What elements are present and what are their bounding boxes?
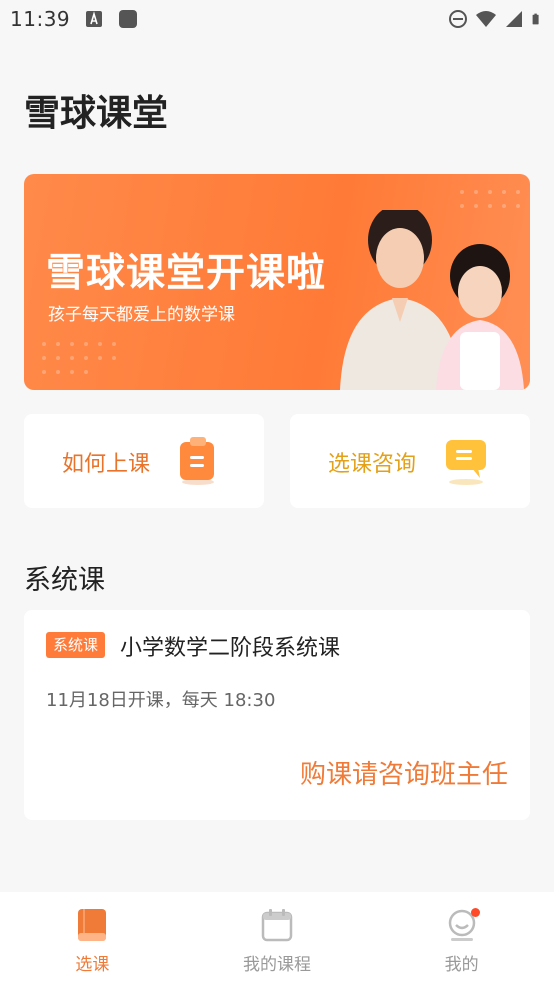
banner-subtitle: 孩子每天都爱上的数学课 [48, 305, 235, 325]
wifi-icon [476, 11, 496, 27]
clipboard-icon [180, 437, 214, 485]
contact-teacher-link[interactable]: 购课请咨询班主任 [300, 754, 508, 791]
banner-title: 雪球课堂开课啦 [46, 251, 327, 296]
page-title: 雪球课堂 [24, 93, 169, 134]
course-name: 小学数学二阶段系统课 [120, 636, 341, 661]
course-schedule: 11月18日开课，每天 18:30 [46, 690, 276, 711]
status-time: 11:39 [10, 7, 71, 31]
battery-icon [532, 13, 539, 25]
course-tag-badge: 系统课 [46, 632, 106, 658]
banner-illustration [340, 210, 524, 390]
app-notification-icon [119, 10, 138, 28]
calendar-icon [261, 909, 293, 942]
tab-select-course[interactable]: 选课 [0, 892, 185, 984]
book-icon [78, 909, 107, 941]
course-card[interactable]: 系统课 小学数学二阶段系统课 11月18日开课，每天 18:30 购课请咨询班主… [24, 610, 530, 820]
bottom-tab-bar: 选课 我的课程 我的 [0, 892, 554, 984]
tab-select-course-label: 选课 [75, 955, 110, 975]
notification-badge [471, 908, 481, 917]
course-consult-label: 选课咨询 [328, 452, 417, 477]
tab-my-courses-label: 我的课程 [243, 955, 311, 975]
how-to-attend-card[interactable]: 如何上课 [24, 414, 264, 508]
section-title: 系统课 [24, 565, 105, 596]
cellular-signal-icon [506, 11, 522, 27]
tab-profile[interactable]: 我的 [369, 892, 554, 984]
do-not-disturb-icon [449, 10, 467, 28]
keyboard-a-icon [86, 11, 103, 27]
how-to-attend-label: 如何上课 [62, 452, 151, 477]
promo-banner[interactable]: 雪球课堂开课啦 孩子每天都爱上的数学课 [24, 174, 530, 390]
chat-bubble-icon [446, 440, 486, 485]
tab-profile-label: 我的 [444, 955, 479, 975]
course-consult-card[interactable]: 选课咨询 [290, 414, 530, 508]
tab-my-courses[interactable]: 我的课程 [185, 892, 370, 984]
status-bar: 11:39 [0, 0, 554, 38]
